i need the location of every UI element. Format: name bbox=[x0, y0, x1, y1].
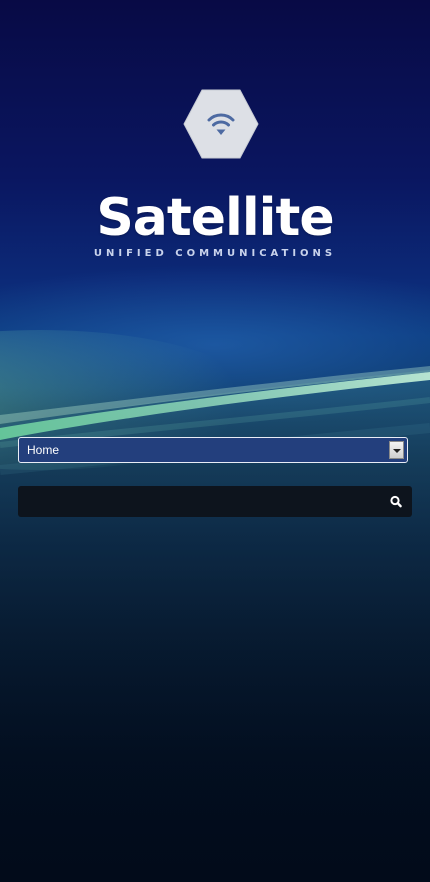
search-bar bbox=[18, 486, 412, 517]
hexagon-badge bbox=[183, 89, 259, 159]
search-input[interactable] bbox=[18, 486, 378, 517]
chevron-down-icon[interactable] bbox=[389, 441, 404, 459]
navigation-select-value: Home bbox=[27, 443, 60, 457]
search-icon[interactable] bbox=[384, 490, 408, 513]
navigation-select[interactable]: Home bbox=[18, 437, 408, 463]
brand-tagline: UNIFIED COMMUNICATIONS bbox=[93, 248, 337, 259]
brand-name: Satellite bbox=[96, 188, 334, 248]
